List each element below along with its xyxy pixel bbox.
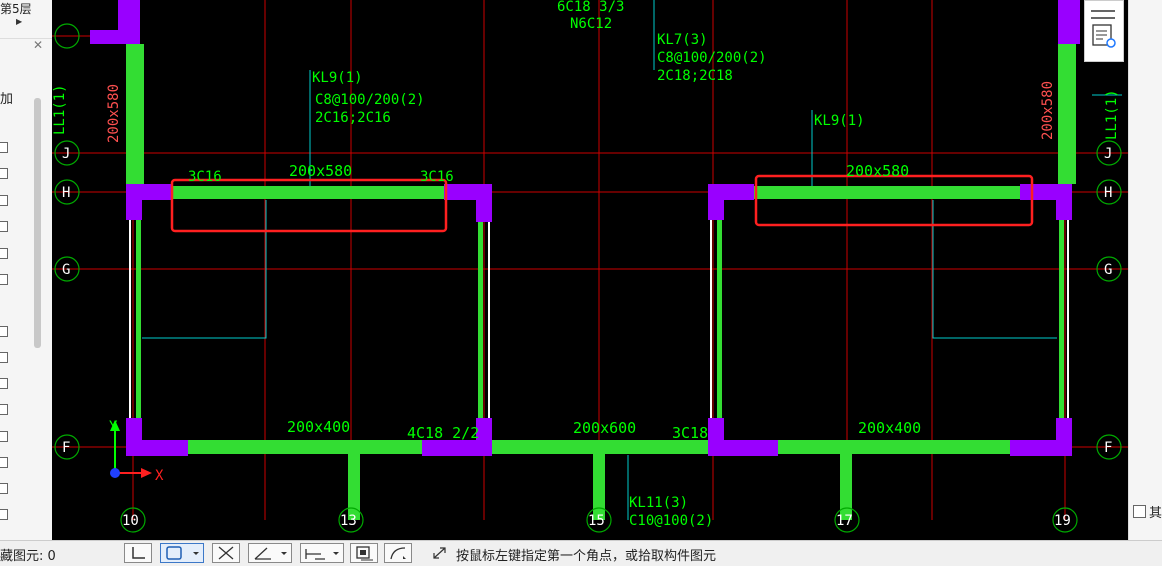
size-bottom-left: 200x400 xyxy=(287,418,350,436)
top-center-rebar-2: N6C12 xyxy=(570,16,612,32)
layer-checkbox[interactable] xyxy=(0,457,8,468)
left-top-bar: 3C16 xyxy=(188,169,222,185)
bottom-bars-mid: 3C18 xyxy=(672,424,708,442)
size-left-top: 200x580 xyxy=(289,162,352,180)
kl9-left-name: KL9(1) xyxy=(312,70,363,86)
vertical-size-right: 200x580 xyxy=(1040,81,1056,140)
rect-select-icon xyxy=(166,546,199,560)
expand-arrow-icon[interactable]: ▶ xyxy=(16,17,22,26)
add-label: 加 xyxy=(0,92,14,107)
properties-icon xyxy=(1091,10,1116,48)
kl7-stirrup: C8@100/200(2) xyxy=(657,50,767,66)
left-panel: 第5层 ▶ ✕ 加 xyxy=(0,0,52,540)
grid-label-h-right: H xyxy=(1104,185,1112,201)
panel-divider xyxy=(0,38,52,39)
vertical-size-left: 200x580 xyxy=(106,84,122,143)
kl9-right-name: KL9(1) xyxy=(814,113,865,129)
grid-label-g-right: G xyxy=(1104,262,1112,278)
grid-label-j-left: J xyxy=(62,146,70,162)
arc-tool-button[interactable] xyxy=(384,543,412,563)
bottom-bars-left: 4C18 2/2 xyxy=(407,424,479,442)
angle-tool-button[interactable] xyxy=(248,543,292,563)
hidden-count: 藏图元: 0 xyxy=(0,549,56,564)
rect-select-button[interactable] xyxy=(160,543,204,563)
other-label: 其 xyxy=(1149,506,1162,521)
cad-canvas[interactable]: J J H H G G F F 10 13 15 17 19 6C18 3/3 … xyxy=(52,0,1128,540)
corner-select-button[interactable] xyxy=(124,543,152,563)
grid-label-h-left: H xyxy=(62,185,70,201)
size-bottom-mid: 200x600 xyxy=(573,419,636,437)
right-panel: 其 xyxy=(1128,0,1162,540)
angle-icon xyxy=(254,547,287,560)
display-icon xyxy=(356,546,373,561)
size-right-top: 200x580 xyxy=(846,162,909,180)
grid-label-col-17: 17 xyxy=(836,513,853,529)
layer-checkbox[interactable] xyxy=(0,378,8,389)
grid-label-col-15: 15 xyxy=(588,513,605,529)
arc-icon xyxy=(390,547,406,560)
view-properties-button[interactable] xyxy=(1084,0,1124,62)
corner-icon xyxy=(132,547,145,559)
drawing-svg[interactable]: J J H H G G F F 10 13 15 17 19 6C18 3/3 … xyxy=(52,0,1128,540)
ll-left: LL1(1) xyxy=(52,84,68,135)
kl9-left-stirrup: C8@100/200(2) xyxy=(315,92,425,108)
grid-bubbles xyxy=(54,23,1122,533)
other-checkbox[interactable] xyxy=(1133,505,1146,518)
kl11-name: KL11(3) xyxy=(629,495,688,511)
display-tool-button[interactable] xyxy=(350,543,378,563)
selection-highlights xyxy=(170,174,1034,233)
grid-label-f-right: F xyxy=(1104,440,1112,456)
cross-icon xyxy=(218,546,234,560)
layer-checkbox[interactable] xyxy=(0,483,8,494)
grid-label-j-right: J xyxy=(1104,146,1112,162)
cross-select-button[interactable] xyxy=(212,543,240,563)
top-center-rebar: 6C18 3/3 xyxy=(557,0,624,15)
kl11-stirrup: C10@100(2) xyxy=(629,513,713,529)
right-top-bar: 3C16 xyxy=(420,169,454,185)
axis-x-label: X xyxy=(155,468,164,484)
layer-checkbox[interactable] xyxy=(0,168,8,179)
floor-label[interactable]: 第5层 xyxy=(0,0,32,17)
layer-checkbox[interactable] xyxy=(0,221,8,232)
offset-icon xyxy=(305,549,339,560)
layer-checkbox[interactable] xyxy=(0,404,8,415)
status-hint: 按鼠标左键指定第一个角点，或拾取构件图元 xyxy=(456,549,717,564)
layer-checkbox[interactable] xyxy=(0,352,8,363)
grid-label-f-left: F xyxy=(62,440,70,456)
ll-right: LL1(1) xyxy=(1104,89,1120,140)
layer-checkbox[interactable] xyxy=(0,326,8,337)
layer-checkbox[interactable] xyxy=(0,248,8,259)
resize-arrow-icon xyxy=(433,547,446,559)
status-bar: 藏图元: 0 按鼠标左键指定第一个角点，或拾取构件图元 xyxy=(0,540,1162,564)
layer-checkbox[interactable] xyxy=(0,142,8,153)
close-icon[interactable]: ✕ xyxy=(33,38,43,52)
size-bottom-right: 200x400 xyxy=(858,419,921,437)
grid-label-col-13: 13 xyxy=(340,513,357,529)
kl7-bars: 2C18;2C18 xyxy=(657,68,733,84)
kl9-left-bars: 2C16;2C16 xyxy=(315,110,391,126)
offset-tool-button[interactable] xyxy=(300,543,344,563)
layer-checkbox[interactable] xyxy=(0,431,8,442)
kl7-name: KL7(3) xyxy=(657,32,708,48)
layer-checkbox[interactable] xyxy=(0,509,8,520)
grid-label-g-left: G xyxy=(62,262,70,278)
grid-label-col-10: 10 xyxy=(122,513,139,529)
grid-label-col-19: 19 xyxy=(1054,513,1071,529)
layer-checkbox[interactable] xyxy=(0,195,8,206)
axis-y-label: Y xyxy=(109,419,118,435)
panel-scrollbar[interactable] xyxy=(34,98,41,348)
layer-checkbox[interactable] xyxy=(0,274,8,285)
